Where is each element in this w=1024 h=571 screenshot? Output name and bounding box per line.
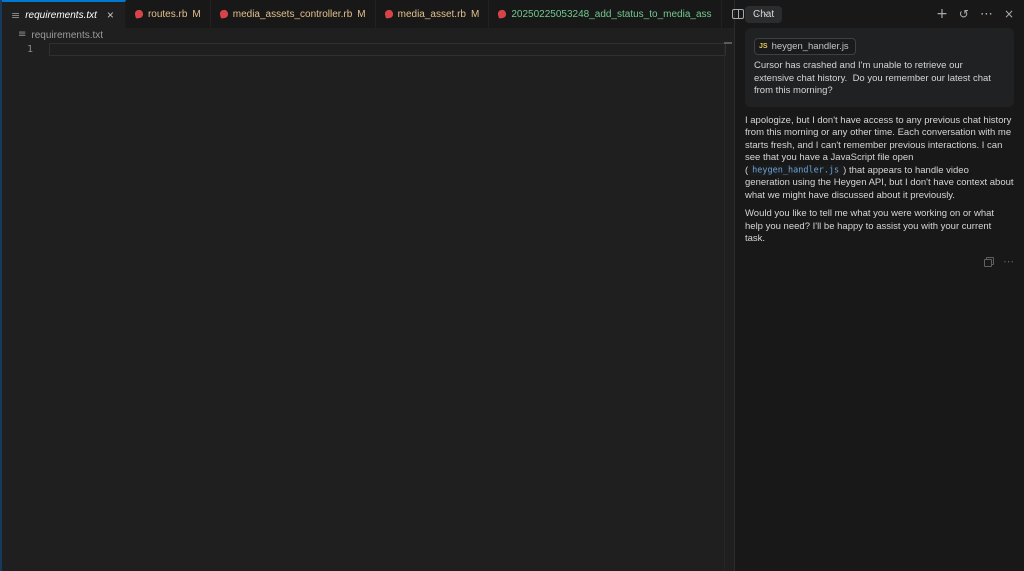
tab-label: requirements.txt <box>25 9 97 21</box>
more-actions-icon[interactable]: ⋯ <box>756 8 768 20</box>
user-message: JS heygen_handler.js Cursor has crashed … <box>745 28 1014 107</box>
chat-conversation: JS heygen_handler.js Cursor has crashed … <box>735 28 1024 571</box>
git-modified-badge: M <box>192 8 201 20</box>
breadcrumb[interactable]: ≡ requirements.txt <box>2 28 734 42</box>
more-actions-icon[interactable]: ⋯ <box>980 8 993 21</box>
close-icon[interactable]: × <box>1004 8 1014 20</box>
current-line-highlight <box>49 43 726 56</box>
close-icon[interactable]: × <box>105 8 116 22</box>
text-file-icon: ≡ <box>11 8 21 22</box>
javascript-file-icon: JS <box>759 43 768 50</box>
editor-actions: ⋯ <box>722 0 778 28</box>
history-icon[interactable]: ↺ <box>959 8 969 20</box>
chat-panel-header: Chat + ↺ ⋯ × <box>735 0 1024 28</box>
tab-requirements-txt[interactable]: ≡ requirements.txt × <box>2 0 126 28</box>
tab-label: routes.rb <box>147 8 188 20</box>
split-editor-icon[interactable] <box>731 9 744 19</box>
file-chip-name: heygen_handler.js <box>771 41 849 52</box>
text-file-icon: ≡ <box>18 29 27 40</box>
chat-panel: Chat + ↺ ⋯ × JS heygen_handler.js Cursor… <box>734 0 1024 571</box>
app-window: ≡ requirements.txt × routes.rb M media_a… <box>0 0 1024 571</box>
user-message-text: Cursor has crashed and I'm unable to ret… <box>754 60 994 96</box>
line-number: 1 <box>26 44 33 55</box>
ruby-icon <box>383 9 394 19</box>
git-modified-badge: M <box>470 8 480 20</box>
ruby-icon <box>134 9 144 19</box>
assistant-message: I apologize, but I don't have access to … <box>745 115 1014 269</box>
overview-ruler-cursor-mark <box>724 42 732 44</box>
inline-code-filename[interactable]: heygen_handler.js <box>748 165 844 176</box>
line-number-gutter: 1 <box>2 43 42 56</box>
assistant-paragraph: I apologize, but I don't have access to … <box>745 115 1014 203</box>
copy-icon[interactable] <box>984 257 994 268</box>
file-chip[interactable]: JS heygen_handler.js <box>754 38 856 55</box>
git-modified-badge: M <box>357 8 366 20</box>
editor-tab-bar: ≡ requirements.txt × routes.rb M media_a… <box>2 0 768 28</box>
tab-label: media_asset.rb <box>397 8 466 20</box>
tab-media-asset-rb[interactable]: media_asset.rb M <box>375 0 490 28</box>
breadcrumb-file-label: requirements.txt <box>31 29 104 41</box>
tab-routes-rb[interactable]: routes.rb M <box>125 0 211 28</box>
tab-migration-file[interactable]: 20250225053248_add_status_to_media_ass <box>489 0 722 28</box>
editor-pane[interactable]: 1 <box>2 42 734 571</box>
new-chat-icon[interactable]: + <box>936 7 948 21</box>
chat-panel-actions: + ↺ ⋯ × <box>936 7 1014 21</box>
tab-label: media_assets_controller.rb <box>232 8 353 20</box>
assistant-paragraph: Would you like to tell me what you were … <box>745 208 995 244</box>
editor-group: ≡ requirements.txt × routes.rb M media_a… <box>2 0 768 571</box>
ruby-icon <box>219 9 229 19</box>
ruby-icon <box>497 9 508 19</box>
tab-media-assets-controller-rb[interactable]: media_assets_controller.rb M <box>210 0 376 28</box>
scrollbar-gutter[interactable] <box>724 42 725 571</box>
more-actions-icon[interactable]: ⋯ <box>1003 255 1014 269</box>
message-actions: ⋯ <box>745 255 1014 269</box>
tab-label: 20250225053248_add_status_to_media_ass <box>511 8 712 20</box>
